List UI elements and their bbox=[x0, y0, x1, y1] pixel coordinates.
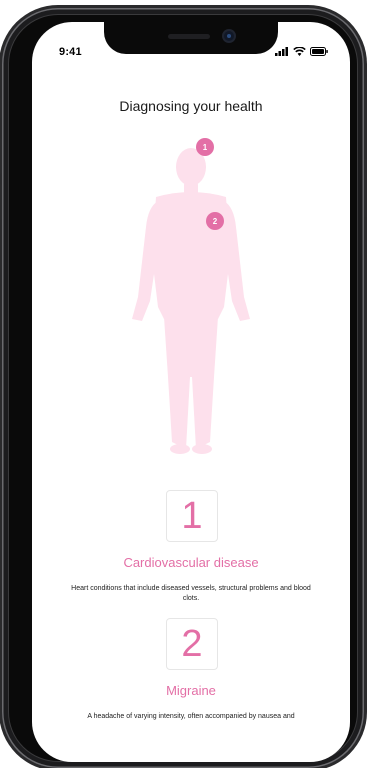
page-title: Diagnosing your health bbox=[119, 98, 263, 114]
condition-description-1: Heart conditions that include diseased v… bbox=[71, 585, 311, 602]
wifi-icon bbox=[293, 47, 306, 56]
front-camera bbox=[224, 31, 234, 41]
body-silhouette bbox=[132, 148, 250, 454]
diagnosis-marker-2[interactable]: 2 bbox=[206, 212, 224, 230]
status-icons bbox=[275, 47, 328, 56]
notch bbox=[104, 22, 278, 54]
cellular-signal-icon bbox=[275, 47, 288, 56]
speaker-grille bbox=[168, 34, 210, 39]
condition-number-2: 2 bbox=[166, 618, 218, 670]
condition-number-1: 1 bbox=[166, 490, 218, 542]
condition-description-2: A headache of varying intensity, often a… bbox=[87, 713, 295, 720]
volume-up-button bbox=[0, 138, 2, 174]
app-screen: 9:41 Diagnosing your health 1 2 1 Cardio… bbox=[32, 22, 350, 762]
side-button bbox=[0, 98, 2, 118]
condition-title-1[interactable]: Cardiovascular disease bbox=[32, 555, 350, 570]
volume-down-button bbox=[0, 184, 2, 220]
status-time: 9:41 bbox=[59, 46, 82, 58]
condition-title-2[interactable]: Migraine bbox=[32, 683, 350, 698]
battery-icon bbox=[310, 47, 328, 56]
diagnosis-marker-1[interactable]: 1 bbox=[196, 138, 214, 156]
